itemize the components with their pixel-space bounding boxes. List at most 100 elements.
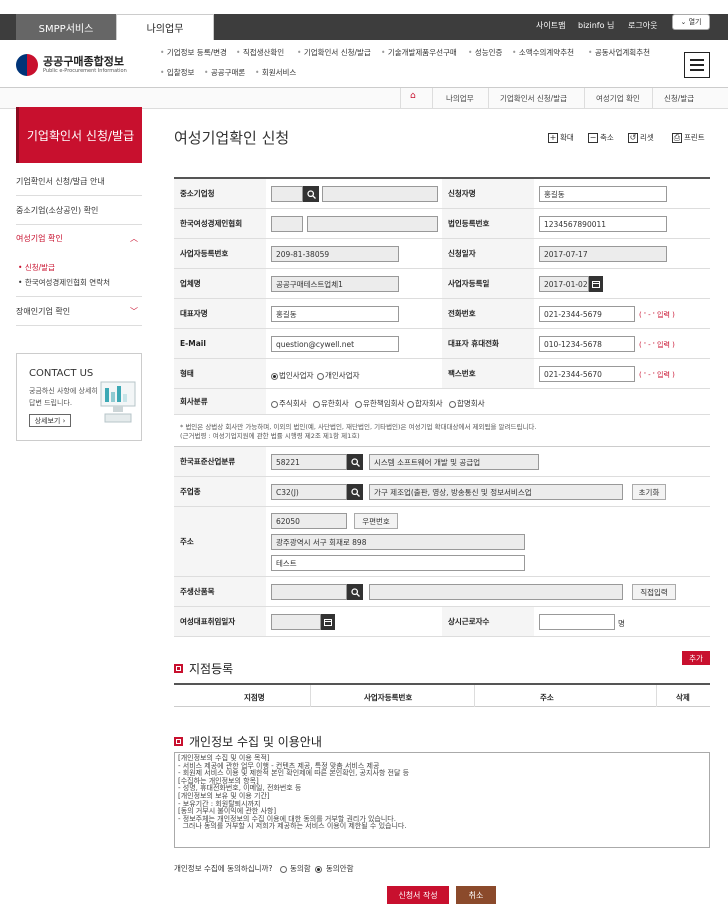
calendar-icon[interactable] [589,276,603,292]
workers-input[interactable] [539,614,615,630]
direct-input-button[interactable]: 직접입력 [632,584,676,600]
sme-name-input[interactable] [322,186,438,202]
zoom-out-button[interactable]: − 축소 [588,132,614,143]
gnb-item-joint-project[interactable]: 공동사업계획추천 [588,47,650,58]
breadcrumb-my-work[interactable]: 나의업무 [446,93,474,104]
breadcrumb-certificate[interactable]: 기업확인서 신청/발급 [500,93,567,104]
search-icon[interactable] [303,186,319,202]
industry-name-input[interactable]: 가구 제조업(출판, 영상, 방송통신 및 정보서비스업 [369,484,623,500]
open-button[interactable]: ⌄ 열기 [672,14,710,30]
radio-label: 개인사업자 [325,371,360,380]
radio-llc[interactable]: 유한책임회사 [355,398,404,409]
applicant-input[interactable]: 홍길동 [539,186,667,202]
logo-title: 공공구매종합정보 [43,55,124,68]
radio-general-partnership[interactable]: 합명회사 [449,398,485,409]
calendar-icon[interactable] [321,614,335,630]
lnb-item-disabled[interactable]: 장애인기업 확인 ﹀ [16,306,142,326]
menu-icon[interactable] [684,52,710,78]
gnb-item-tech-product[interactable]: 기술개발제품우선구매 [381,47,457,58]
sme-code-input[interactable] [271,186,303,202]
corp-no-input[interactable]: 1234567890011 [539,216,667,232]
lnb-item-women[interactable]: 여성기업 확인 ︿ [16,233,142,252]
radio-agree[interactable]: 동의함 [279,864,311,873]
search-icon[interactable] [347,454,363,470]
apply-date-input[interactable]: 2017-07-17 [539,246,667,262]
ceo-date-input[interactable] [271,614,321,630]
section-bullet-icon [174,737,183,746]
zoom-in-button[interactable]: + 확대 [548,132,574,143]
lnb-sub-apply[interactable]: • 신청/발급 [18,262,55,273]
print-button[interactable]: ⎙ 프린트 [672,132,705,143]
zip-search-button[interactable]: 우편번호 [354,513,398,529]
radio-limited-partnership[interactable]: 합자회사 [407,398,443,409]
contact-detail-button[interactable]: 상세보기 › [29,414,71,427]
search-icon[interactable] [347,484,363,500]
zip-input[interactable]: 62050 [271,513,347,529]
label-address: 주소 [174,507,266,576]
tab-smpp-service[interactable]: SMPP서비스 [16,14,116,40]
radio-limited-company[interactable]: 유한회사 [313,398,349,409]
company-input[interactable]: 공공구매테스트업체1 [271,276,399,292]
product-code-input[interactable] [271,584,347,600]
ksic-code-input[interactable]: 58221 [271,454,347,470]
cancel-button[interactable]: 취소 [456,886,496,904]
ksic-name-input[interactable]: 시스템 소프트웨어 개발 및 공급업 [369,454,539,470]
breadcrumb: ⌂ 나의업무 기업확인서 신청/발급 여성기업 확인 신청/발급 [0,87,728,109]
radio-corporate[interactable]: 법인사업자 [271,370,314,381]
privacy-title-text: 개인정보 수집 및 이용안내 [189,735,322,749]
biz-reg-date-input[interactable]: 2017-01-02 [539,276,589,292]
workers-unit: 명 [618,619,625,628]
search-icon[interactable] [347,584,363,600]
industry-code-input[interactable]: C32(J) [271,484,347,500]
breadcrumb-apply[interactable]: 신청/발급 [664,93,694,104]
gnb-item-company-info[interactable]: 기업정보 등록/변경 [160,47,227,58]
logout-link[interactable]: 로그아웃 [628,20,657,31]
gnb-item-bid-info[interactable]: 입찰정보 [160,67,195,78]
phone-input[interactable]: 021-2344-5679 [539,306,635,322]
assoc-code-input[interactable] [271,216,303,232]
email-input[interactable]: question@cywell.net [271,336,399,352]
tab-my-work[interactable]: 나의업무 [116,14,214,40]
radio-stock-company[interactable]: 주식회사 [271,398,307,409]
label-main-product: 주생산품목 [174,577,266,606]
add-branch-button[interactable]: 추가 [682,651,710,665]
form-row: 형태 법인사업자 개인사업자 팩스번호 021-2344-5670 ( ' - … [174,359,710,389]
form-row: 여성대표취임일자 상시근로자수 명 [174,607,710,637]
fax-input[interactable]: 021-2344-5670 [539,366,635,382]
radio-disagree[interactable]: 동의안함 [315,864,353,873]
submit-application-button[interactable]: 신청서 작성 [387,886,449,904]
site-logo[interactable]: 공공구매종합정보 Public e-Procurement Informatio… [16,52,146,78]
lnb-sub-contact[interactable]: • 한국여성경제인협회 연락처 [18,277,110,288]
agree-question: 개인정보 수집에 동의하십니까? 동의함 동의안함 [174,863,353,874]
phone-hint: ( ' - ' 입력 ) [639,311,675,319]
gnb-item-direct-production[interactable]: 직접생산확인 [236,47,284,58]
ceo-input[interactable]: 홍길동 [271,306,399,322]
address-line-2-input[interactable]: 테스트 [271,555,525,571]
gnb-item-procurement[interactable]: 공공구매론 [204,67,246,78]
privacy-textarea[interactable]: [개인정보의 수집 및 이용 목적] - 서비스 제공에 관한 업무 이행 - … [174,752,710,848]
fax-hint: ( ' - ' 입력 ) [639,371,675,379]
gnb-item-small-contract[interactable]: 소액수의계약추천 [512,47,574,58]
home-icon[interactable]: ⌂ [410,91,416,101]
biz-no-input[interactable]: 209-81-38059 [271,246,399,262]
breadcrumb-women-company[interactable]: 여성기업 확인 [596,93,640,104]
contact-title: CONTACT US [29,368,94,379]
radio-individual[interactable]: 개인사업자 [317,370,360,381]
reset-industry-button[interactable]: 초기화 [632,484,666,500]
reset-button[interactable]: ↺ 리셋 [628,132,654,143]
lnb-sub-label: 한국여성경제인협회 연락처 [24,278,110,287]
gnb-item-performance[interactable]: 성능인증 [468,47,503,58]
zoom-in-label: 확대 [560,133,574,142]
gnb-item-member[interactable]: 회원서비스 [255,67,297,78]
assoc-name-input[interactable] [307,216,438,232]
lnb-item-guide[interactable]: 기업확인서 신청/발급 안내 [16,176,142,196]
open-label: 열기 [688,18,702,26]
address-line-1-input[interactable]: 광주광역시 서구 회재로 898 [271,534,525,550]
gnb-item-certificate[interactable]: 기업확인서 신청/발급 [297,47,371,58]
col-biz-no: 사업자등록번호 [364,693,413,702]
product-name-input[interactable] [369,584,623,600]
lnb-item-sme[interactable]: 중소기업(소상공인) 확인 [16,205,142,225]
label-assoc: 한국여성경제인협회 [174,209,266,238]
sitemap-link[interactable]: 사이트맵 [536,20,565,31]
ceo-mobile-input[interactable]: 010-1234-5678 [539,336,635,352]
